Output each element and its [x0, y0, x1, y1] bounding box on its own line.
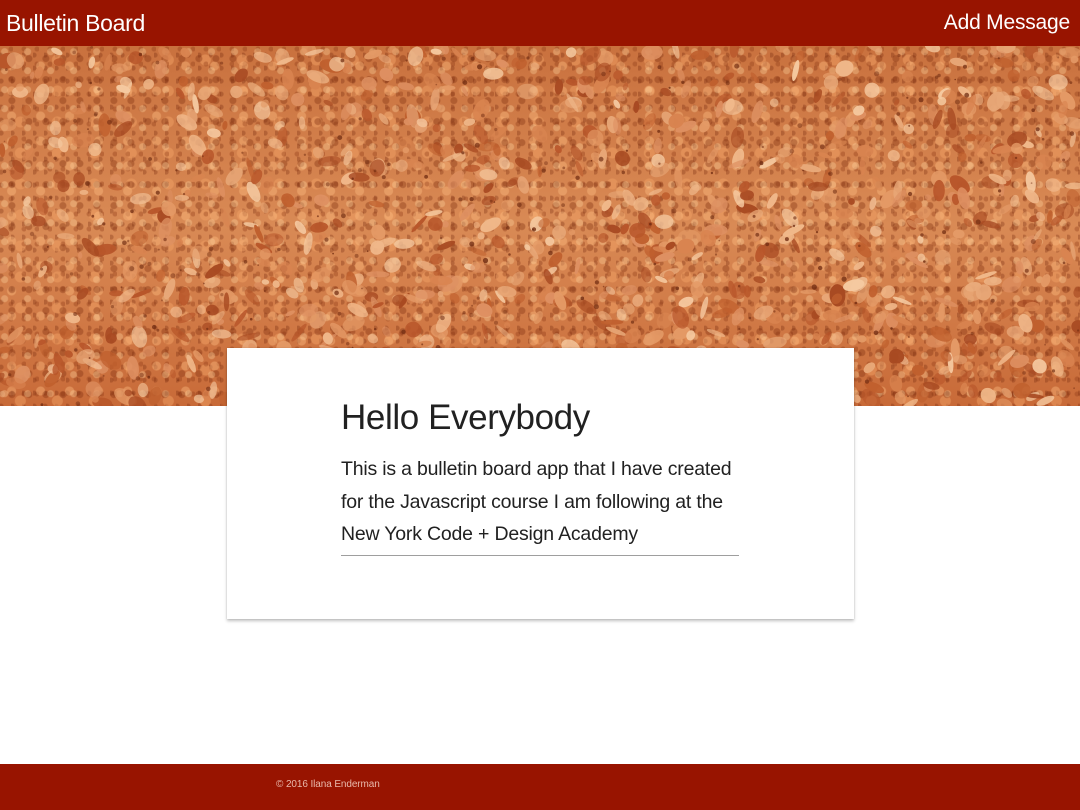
copyright-text: © 2016 Ilana Enderman — [276, 779, 380, 790]
message-card: Hello Everybody This is a bulletin board… — [227, 348, 854, 619]
card-divider — [341, 555, 739, 556]
page: Bulletin Board Add Message Hello Everybo… — [0, 0, 1080, 810]
footer: © 2016 Ilana Enderman — [0, 764, 1080, 810]
card-title: Hello Everybody — [341, 398, 590, 437]
card-text: This is a bulletin board app that I have… — [341, 458, 732, 545]
add-message-link[interactable]: Add Message — [944, 11, 1070, 35]
navbar: Bulletin Board Add Message — [0, 0, 1080, 46]
brand-logo[interactable]: Bulletin Board — [6, 10, 145, 37]
